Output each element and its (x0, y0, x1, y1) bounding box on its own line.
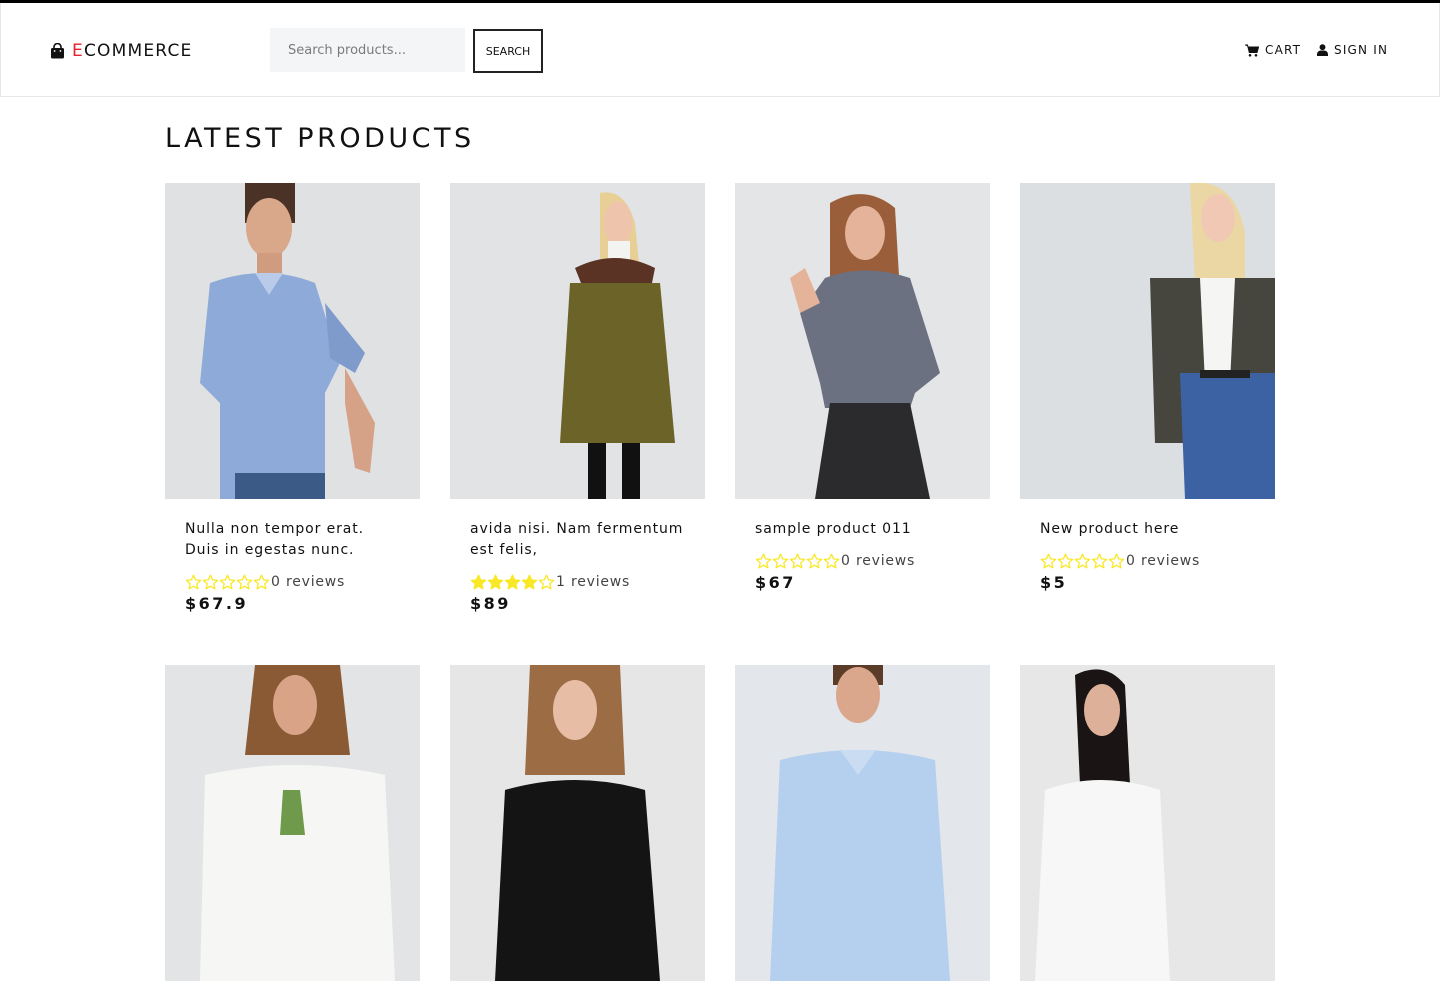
product-image[interactable] (735, 183, 990, 499)
star-empty-icon (185, 574, 202, 590)
product-card: Nulla non tempor erat. Duis in egestas n… (165, 183, 420, 613)
product-image[interactable] (1020, 665, 1275, 981)
reviews-count: 0 reviews (1126, 553, 1201, 569)
product-image[interactable] (165, 183, 420, 499)
star-filled-icon (521, 574, 538, 590)
site-header: ECOMMERCE SEARCH CART SIGN IN (0, 3, 1440, 97)
star-empty-icon (789, 553, 806, 569)
rating-stars (1040, 553, 1125, 569)
star-filled-icon (487, 574, 504, 590)
rating-stars (185, 574, 270, 590)
brand-rest: COMMERCE (83, 41, 193, 61)
reviews-count: 1 reviews (556, 574, 631, 590)
star-filled-icon (470, 574, 487, 590)
star-empty-icon (806, 553, 823, 569)
product-price: $89 (470, 594, 511, 613)
product-card: avida nisi. Nam fermentum est felis, 1 r… (450, 183, 705, 613)
star-empty-icon (219, 574, 236, 590)
brand-first-letter: E (72, 41, 84, 61)
product-card (735, 665, 990, 981)
product-rating: 0 reviews (1040, 552, 1255, 570)
product-card: New product here 0 reviews $5 (1020, 183, 1275, 592)
search-input[interactable] (270, 28, 465, 72)
product-image[interactable] (165, 665, 420, 981)
shopping-bag-icon (51, 43, 64, 59)
product-card (165, 665, 420, 981)
product-title[interactable]: Nulla non tempor erat. Duis in egestas n… (185, 519, 400, 561)
sign-in-link[interactable]: SIGN IN (1317, 43, 1388, 57)
star-empty-icon (772, 553, 789, 569)
star-empty-icon (823, 553, 840, 569)
rating-stars (755, 553, 840, 569)
rating-stars (470, 574, 555, 590)
reviews-count: 0 reviews (271, 574, 346, 590)
product-image[interactable] (735, 665, 990, 981)
product-image[interactable] (450, 183, 705, 499)
product-rating: 1 reviews (470, 573, 685, 591)
product-rating: 0 reviews (755, 552, 970, 570)
star-empty-icon (538, 574, 555, 590)
product-price: $5 (1040, 573, 1068, 592)
star-empty-icon (1108, 553, 1125, 569)
cart-label: CART (1265, 43, 1302, 57)
product-image[interactable] (450, 665, 705, 981)
product-card (1020, 665, 1275, 981)
star-empty-icon (202, 574, 219, 590)
product-title[interactable]: New product here (1040, 519, 1255, 540)
star-empty-icon (236, 574, 253, 590)
cart-icon (1245, 44, 1259, 57)
star-empty-icon (253, 574, 270, 590)
brand-logo[interactable]: ECOMMERCE (50, 41, 192, 61)
star-empty-icon (1057, 553, 1074, 569)
star-filled-icon (504, 574, 521, 590)
sign-in-label: SIGN IN (1334, 43, 1389, 57)
star-empty-icon (755, 553, 772, 569)
product-card: sample product 011 0 reviews $67 (735, 183, 990, 592)
product-title[interactable]: avida nisi. Nam fermentum est felis, (470, 519, 685, 561)
product-rating: 0 reviews (185, 573, 400, 591)
user-icon (1317, 44, 1328, 56)
reviews-count: 0 reviews (841, 553, 916, 569)
search-button[interactable]: SEARCH (473, 29, 543, 73)
star-empty-icon (1040, 553, 1057, 569)
product-image[interactable] (1020, 183, 1275, 499)
product-card (450, 665, 705, 981)
section-title: LATEST PRODUCTS (165, 123, 475, 154)
brand-name: ECOMMERCE (72, 41, 192, 61)
star-empty-icon (1091, 553, 1108, 569)
product-price: $67.9 (185, 594, 249, 613)
product-price: $67 (755, 573, 796, 592)
star-empty-icon (1074, 553, 1091, 569)
cart-link[interactable]: CART (1245, 43, 1301, 57)
product-title[interactable]: sample product 011 (755, 519, 970, 540)
